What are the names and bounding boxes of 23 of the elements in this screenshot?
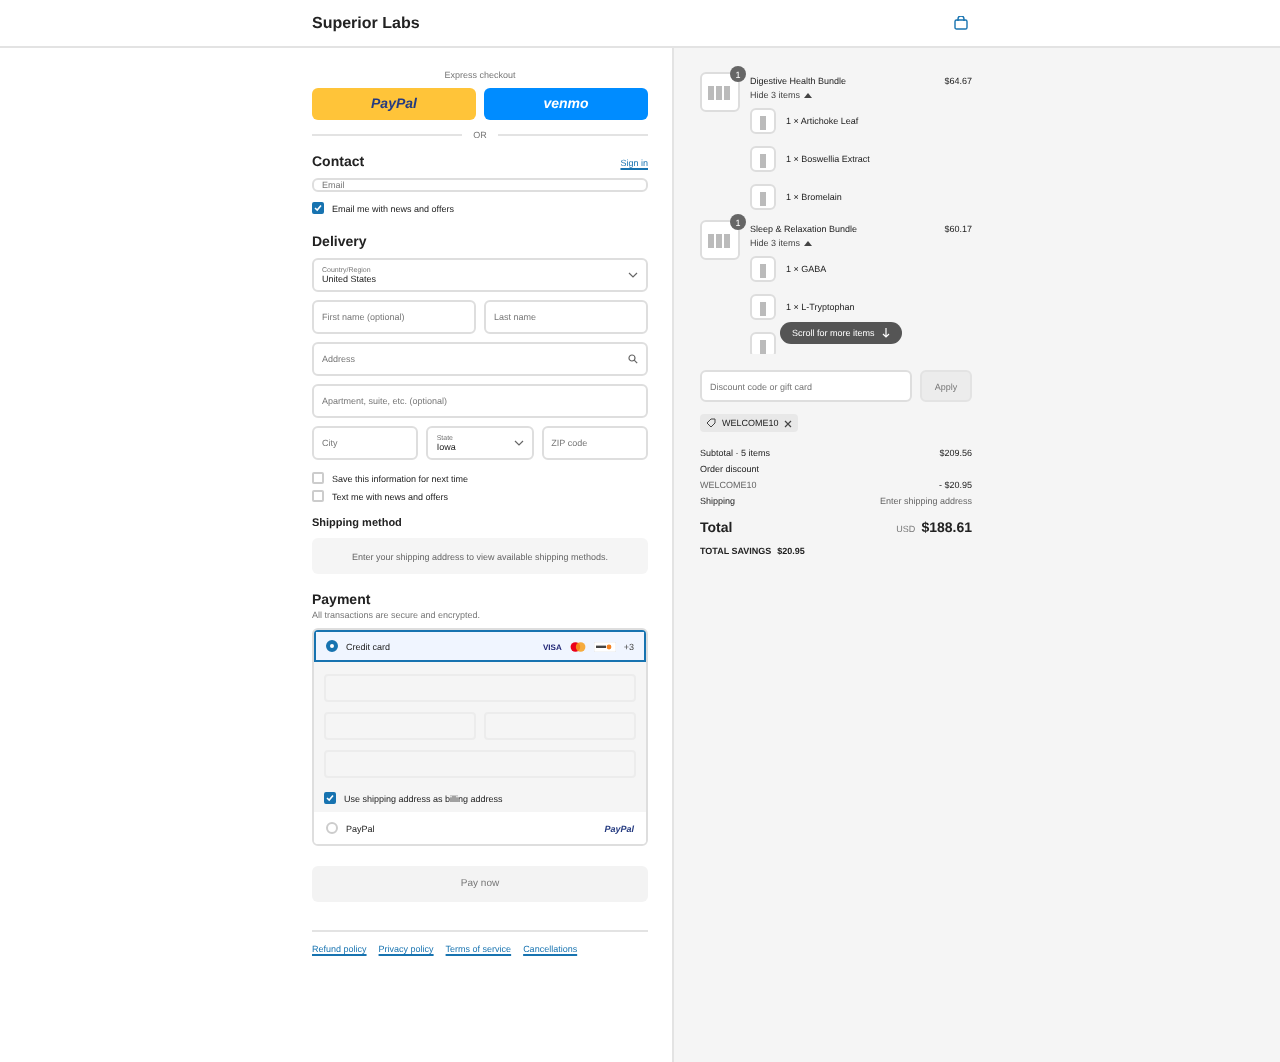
caret-up-icon xyxy=(804,92,813,98)
product-icon xyxy=(757,261,769,277)
chevron-down-icon xyxy=(513,440,524,446)
product-icon xyxy=(757,299,769,315)
radio-button[interactable] xyxy=(326,640,338,652)
product-icon xyxy=(757,113,769,129)
product-icon xyxy=(757,189,769,205)
mastercard-icon xyxy=(569,641,586,651)
checkbox[interactable] xyxy=(312,202,324,214)
product-icon xyxy=(757,151,769,167)
search-icon xyxy=(628,354,638,364)
product-icon xyxy=(706,84,734,100)
brand-name: Superior Labs xyxy=(312,14,420,32)
checkbox[interactable] xyxy=(324,792,336,804)
arrow-down-icon xyxy=(882,328,891,338)
product-icon xyxy=(757,337,769,353)
chevron-down-icon xyxy=(628,272,638,278)
shopping-bag-icon[interactable] xyxy=(954,16,968,30)
tag-icon xyxy=(706,418,716,428)
card-logo-icon xyxy=(593,641,616,651)
caret-up-icon xyxy=(804,240,813,246)
product-icon xyxy=(706,232,734,248)
close-icon[interactable] xyxy=(784,419,793,427)
